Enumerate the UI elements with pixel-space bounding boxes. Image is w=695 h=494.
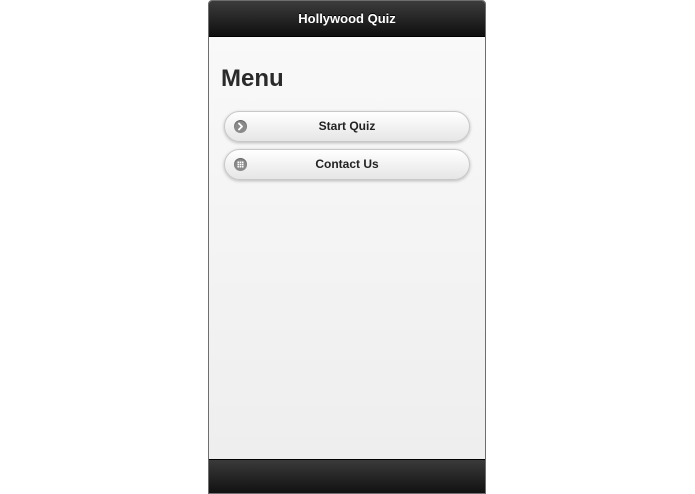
contact-us-label: Contact Us [315,157,379,171]
footer-bar [209,459,485,493]
contact-us-button[interactable]: Contact Us [224,149,470,180]
app-title: Hollywood Quiz [298,11,396,26]
content-area: Menu Start Quiz Contact Us [209,37,485,460]
app-screen: Hollywood Quiz Menu Start Quiz Contact U… [208,0,486,494]
start-quiz-button[interactable]: Start Quiz [224,111,470,142]
header-bar: Hollywood Quiz [209,1,485,37]
start-quiz-label: Start Quiz [318,119,376,133]
page-title: Menu [221,65,284,92]
